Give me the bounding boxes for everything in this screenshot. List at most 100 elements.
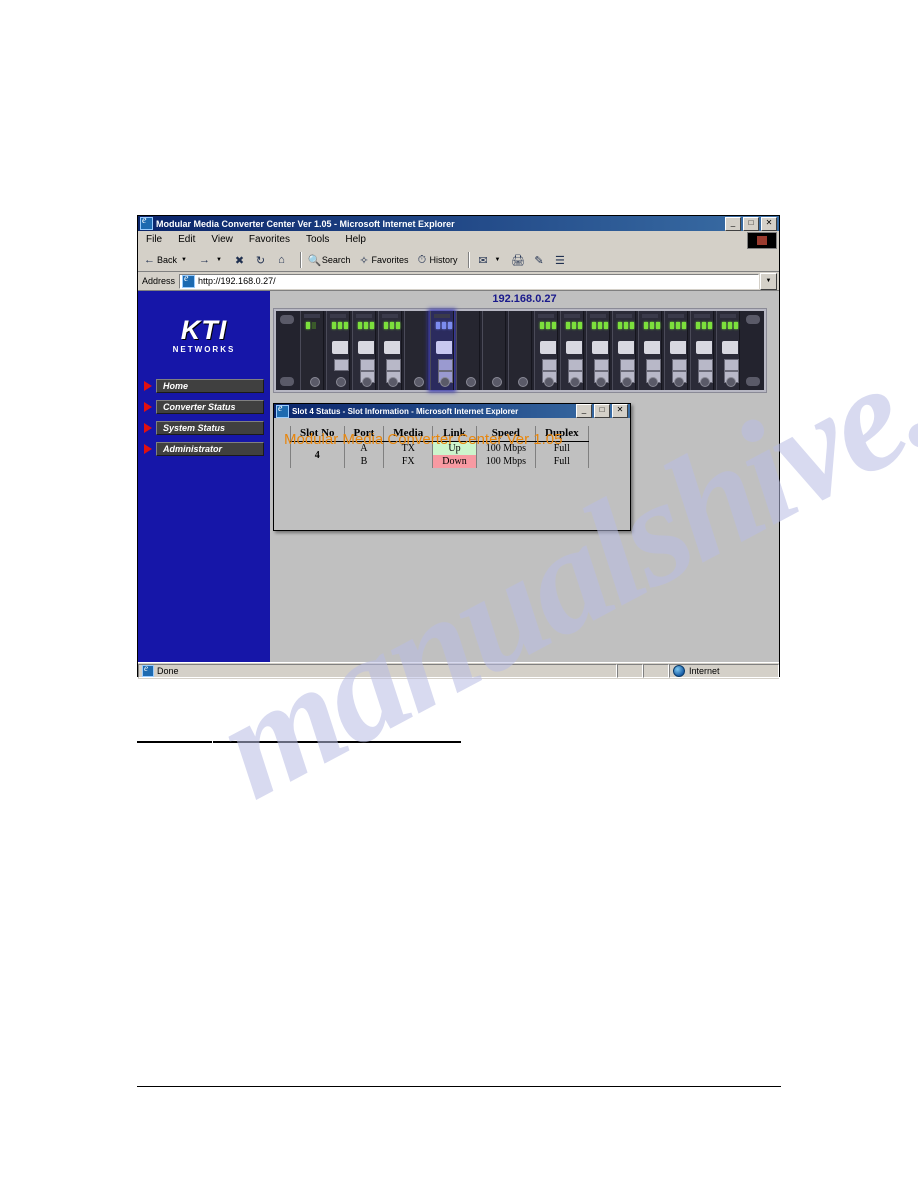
rack-slot-module[interactable] bbox=[404, 311, 428, 390]
rack-ear-left bbox=[276, 311, 298, 390]
chevron-down-icon-mail[interactable]: ▼ bbox=[494, 257, 500, 263]
chevron-down-icon[interactable]: ▼ bbox=[181, 257, 187, 263]
history-button[interactable]: ⏱ History bbox=[414, 253, 458, 268]
back-button[interactable]: ← Back ▼ bbox=[142, 253, 191, 268]
rack-slot-module[interactable] bbox=[664, 311, 688, 390]
status-spacer-cell-2 bbox=[643, 664, 669, 678]
security-zone-cell[interactable]: Internet bbox=[669, 664, 779, 678]
sidebar-item-system-status[interactable]: System Status bbox=[144, 421, 264, 435]
led-icon bbox=[390, 322, 394, 329]
module-port-icon bbox=[646, 359, 661, 371]
led-icon bbox=[448, 322, 452, 329]
module-screw-icon bbox=[544, 377, 554, 387]
address-input[interactable]: http://192.168.0.27/ bbox=[179, 273, 759, 289]
page-done-icon bbox=[142, 663, 154, 677]
rack-slot-module[interactable] bbox=[586, 311, 610, 390]
mail-button[interactable]: ✉ ▼ bbox=[475, 253, 504, 268]
rack-mount-hole-icon bbox=[280, 377, 294, 386]
menu-help[interactable]: Help bbox=[345, 234, 366, 245]
menu-edit[interactable]: Edit bbox=[178, 234, 195, 245]
led-icon bbox=[702, 322, 706, 329]
module-label-strip bbox=[590, 314, 606, 318]
led-icon bbox=[670, 322, 674, 329]
module-leds bbox=[540, 322, 556, 329]
module-label-strip bbox=[694, 314, 710, 318]
led-icon bbox=[306, 322, 310, 329]
module-leds bbox=[384, 322, 400, 329]
rack-slot-module[interactable] bbox=[690, 311, 714, 390]
menu-view[interactable]: View bbox=[211, 234, 233, 245]
module-label-strip bbox=[642, 314, 658, 318]
page-footer-rule bbox=[137, 1086, 781, 1087]
rack-slot-module[interactable] bbox=[378, 311, 402, 390]
slot-information-popup: Slot 4 Status - Slot Information - Micro… bbox=[273, 403, 631, 531]
rack-slot-module[interactable] bbox=[326, 311, 350, 390]
triangle-right-icon bbox=[144, 381, 152, 391]
rack-slot-module[interactable] bbox=[638, 311, 662, 390]
forward-button[interactable]: → ▼ bbox=[197, 253, 226, 268]
rack-slot-module[interactable] bbox=[300, 311, 324, 390]
chevron-down-icon-forward[interactable]: ▼ bbox=[216, 257, 222, 263]
rack-slot-module[interactable] bbox=[716, 311, 740, 390]
refresh-icon: ↻ bbox=[255, 254, 266, 267]
sidebar-nav-list: Home Converter Status System Status Admi… bbox=[144, 379, 264, 463]
module-screw-icon bbox=[466, 377, 476, 387]
rack-slot-module-selected[interactable] bbox=[430, 311, 454, 390]
close-button[interactable]: ✕ bbox=[761, 216, 777, 231]
status-spacer-cell-1 bbox=[617, 664, 643, 678]
module-screw-icon bbox=[570, 377, 580, 387]
sidebar-item-administrator[interactable]: Administrator bbox=[144, 442, 264, 456]
sidebar-item-system-status-label: System Status bbox=[156, 421, 264, 435]
sidebar-item-home[interactable]: Home bbox=[144, 379, 264, 393]
rack-slot-module[interactable] bbox=[560, 311, 584, 390]
rack-slot-module[interactable] bbox=[534, 311, 558, 390]
menu-file[interactable]: File bbox=[146, 234, 162, 245]
rack-slot-module[interactable] bbox=[482, 311, 506, 390]
menu-favorites[interactable]: Favorites bbox=[249, 234, 290, 245]
module-port-icon bbox=[542, 359, 557, 371]
discuss-button[interactable]: ☰ bbox=[552, 253, 567, 268]
led-icon bbox=[332, 322, 336, 329]
module-leds bbox=[618, 322, 634, 329]
led-icon bbox=[722, 322, 726, 329]
module-screw-icon bbox=[362, 377, 372, 387]
module-leds bbox=[332, 322, 348, 329]
printer-icon: 🖨 bbox=[510, 254, 525, 267]
popup-restore-button[interactable]: □ bbox=[594, 404, 610, 418]
rack-slot-module[interactable] bbox=[508, 311, 532, 390]
search-button[interactable]: 🔍 Search bbox=[307, 253, 351, 268]
stop-icon: ✖ bbox=[234, 254, 245, 267]
menu-tools[interactable]: Tools bbox=[306, 234, 329, 245]
favorites-button[interactable]: ✧ Favorites bbox=[356, 253, 408, 268]
favorites-button-label: Favorites bbox=[371, 255, 409, 265]
module-leds bbox=[566, 322, 582, 329]
rack-slot-module[interactable] bbox=[612, 311, 636, 390]
module-leds bbox=[592, 322, 608, 329]
popup-close-button[interactable]: ✕ bbox=[612, 404, 628, 418]
stop-button[interactable]: ✖ bbox=[232, 253, 247, 268]
module-port-icon bbox=[438, 359, 453, 371]
led-icon bbox=[546, 322, 550, 329]
minimize-button[interactable]: _ bbox=[725, 216, 741, 231]
rack-slot-module[interactable] bbox=[456, 311, 480, 390]
module-label-strip bbox=[434, 314, 450, 318]
rack-slot-module[interactable] bbox=[352, 311, 376, 390]
refresh-button[interactable]: ↻ bbox=[253, 253, 268, 268]
home-button[interactable]: ⌂ bbox=[274, 253, 289, 268]
module-port-icon bbox=[334, 359, 349, 371]
browser-title-bar: Modular Media Converter Center Ver 1.05 … bbox=[138, 215, 779, 231]
module-screw-icon bbox=[414, 377, 424, 387]
popup-minimize-button[interactable]: _ bbox=[576, 404, 592, 418]
menu-bar: File Edit View Favorites Tools Help bbox=[138, 231, 779, 249]
print-button[interactable]: 🖨 bbox=[510, 253, 525, 268]
address-dropdown-button[interactable]: ▼ bbox=[760, 272, 777, 290]
sidebar-item-administrator-label: Administrator bbox=[156, 442, 264, 456]
sidebar-item-converter-status[interactable]: Converter Status bbox=[144, 400, 264, 414]
led-icon bbox=[624, 322, 628, 329]
led-icon bbox=[552, 322, 556, 329]
navigation-sidebar: KTI NETWORKS Home Converter Status Syste… bbox=[138, 291, 270, 662]
rack-mount-hole-icon bbox=[280, 315, 294, 324]
restore-button[interactable]: □ bbox=[743, 216, 759, 231]
edit-button[interactable]: ✎ bbox=[531, 253, 546, 268]
module-port-icon bbox=[620, 359, 635, 371]
